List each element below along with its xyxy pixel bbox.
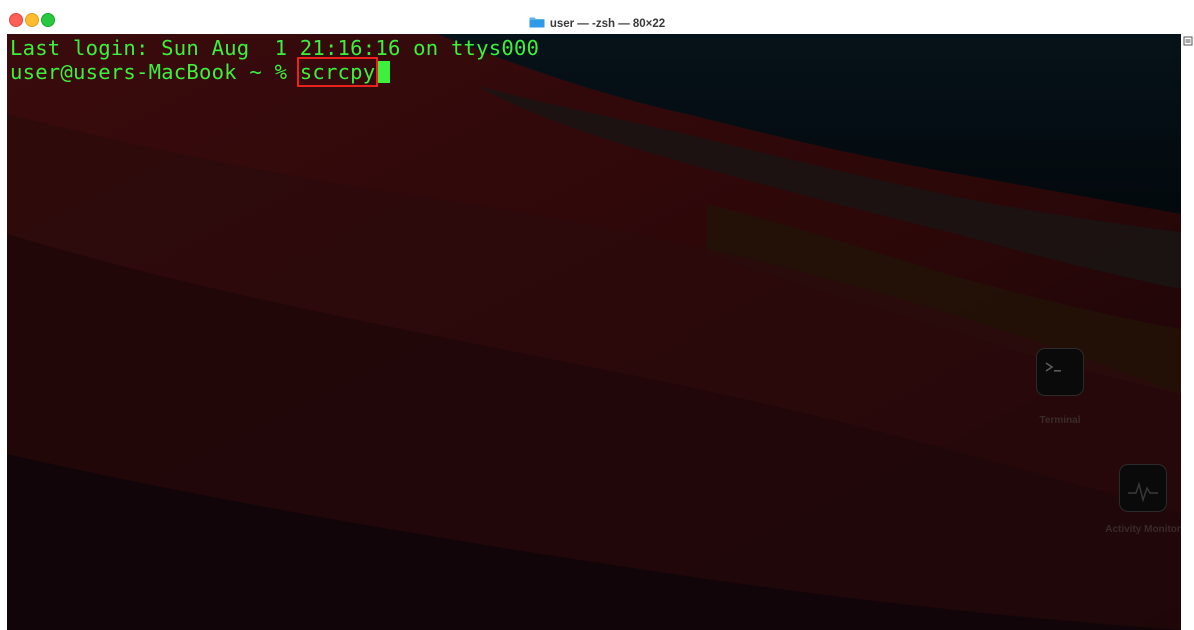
terminal-content[interactable]: Last login: Sun Aug 1 21:16:16 on ttys00… [7,34,1181,630]
desktop-icon-label: Activity Monitor [1105,524,1181,535]
desktop-icon-terminal[interactable]: Terminal [1015,348,1105,426]
text-cursor [378,61,391,83]
activity-monitor-app-icon [1119,464,1167,512]
terminal-window: user — -zsh — 80×22 Last login: Sun Aug … [0,0,1194,630]
command-text: scrcpy [296,57,379,87]
desktop-icon-label: Terminal [1039,415,1081,426]
desktop-wallpaper [7,34,1181,630]
terminal-line-prompt[interactable]: user@users-MacBook ~ % scrcpy [10,57,391,87]
window-title-group: user — -zsh — 80×22 [0,12,1194,30]
folder-icon [529,17,545,28]
title-bar[interactable]: user — -zsh — 80×22 [0,0,1194,34]
window-title: user — -zsh — 80×22 [549,18,666,30]
desktop-icon-activity-monitor[interactable]: Activity Monitor [1085,464,1181,535]
terminal-app-icon [1036,348,1084,396]
terminal-line-last-login: Last login: Sun Aug 1 21:16:16 on ttys00… [10,36,540,60]
scroll-indicator-icon[interactable] [1183,36,1193,46]
prompt-text: user@users-MacBook ~ % [10,60,300,84]
